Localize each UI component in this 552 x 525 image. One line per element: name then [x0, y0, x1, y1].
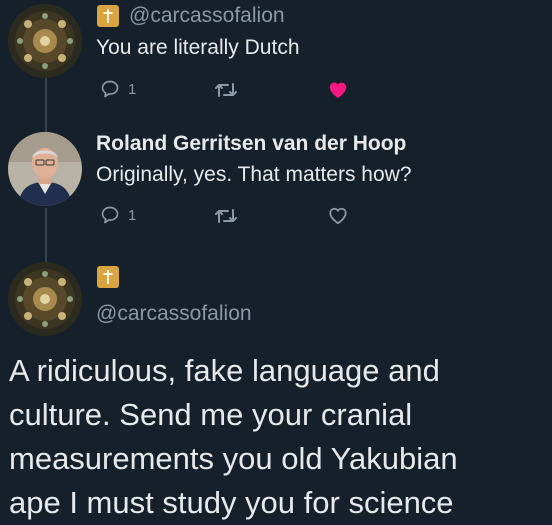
- like-button[interactable]: [327, 79, 349, 99]
- heart-icon: [329, 82, 347, 99]
- like-button[interactable]: [327, 205, 349, 225]
- retweet-icon: [215, 209, 237, 223]
- reply-icon: [101, 206, 119, 224]
- cross-badge-icon: [97, 266, 119, 288]
- retweet-button[interactable]: [214, 206, 238, 226]
- cross-badge-icon: [97, 5, 119, 27]
- reply-count: 1: [128, 206, 137, 224]
- tweet-handle[interactable]: @carcassofalion: [96, 302, 252, 326]
- tweet-text-line: ape I must study you for science: [9, 485, 454, 520]
- avatar[interactable]: [8, 132, 82, 206]
- avatar[interactable]: [8, 262, 82, 336]
- avatar[interactable]: [8, 4, 82, 78]
- reply-icon: [101, 80, 119, 98]
- thread-connector-line: [45, 78, 47, 132]
- tweet-handle[interactable]: @carcassofalion: [129, 4, 285, 28]
- heart-icon: [329, 207, 347, 225]
- reply-button[interactable]: 1: [100, 79, 136, 99]
- display-name[interactable]: Roland Gerritsen van der Hoop: [96, 132, 406, 156]
- tweet-text: You are literally Dutch: [96, 36, 300, 59]
- reply-button[interactable]: 1: [100, 205, 136, 225]
- tweet-text-line: A ridiculous, fake language and: [9, 353, 440, 388]
- retweet-button[interactable]: [214, 80, 238, 100]
- tweet-text-line: culture. Send me your cranial: [9, 397, 413, 432]
- reply-count: 1: [128, 80, 137, 98]
- tweet-text-line: measurements you old Yakubian: [9, 441, 458, 476]
- thread-connector-line: [45, 208, 47, 266]
- tweet-text: A ridiculous, fake language and culture.…: [9, 349, 549, 525]
- retweet-icon: [215, 83, 237, 97]
- tweet-text: Originally, yes. That matters how?: [96, 163, 412, 186]
